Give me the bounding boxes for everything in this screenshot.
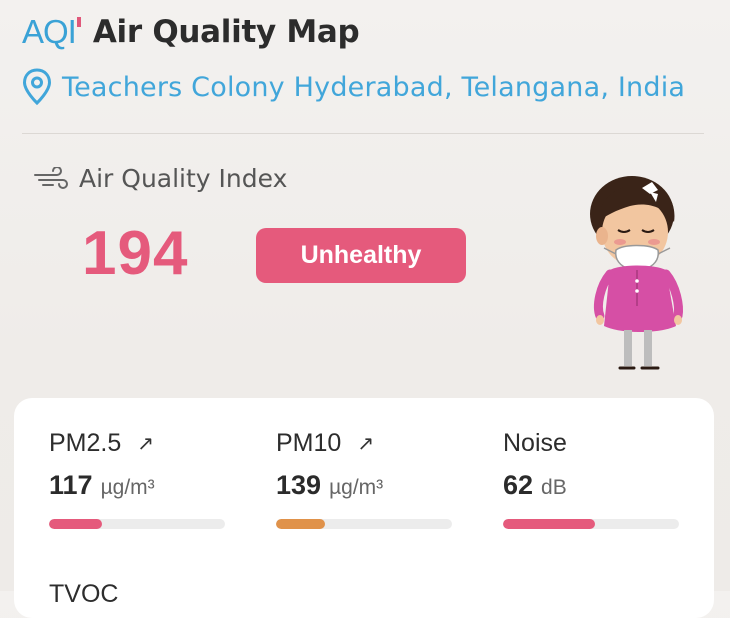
logo-text: AQI <box>22 13 77 50</box>
metric-bar <box>276 519 452 529</box>
metric-unit: µg/m³ <box>100 476 155 499</box>
divider <box>22 133 704 134</box>
metric-noise[interactable]: Noise 62 dB <box>503 428 683 529</box>
metric-value: 117 <box>49 470 93 500</box>
aqi-logo: AQI <box>22 13 81 51</box>
metric-name: PM2.5 <box>49 428 122 457</box>
location-row[interactable]: Teachers Colony Hyderabad, Telangana, In… <box>22 68 712 106</box>
location-text: Teachers Colony Hyderabad, Telangana, In… <box>62 71 686 103</box>
status-badge: Unhealthy <box>256 228 466 283</box>
metric-name: PM10 <box>276 428 342 457</box>
aqi-value: 194 <box>82 219 189 288</box>
metric-bar-fill <box>276 519 326 529</box>
metric-value: 62 <box>503 470 534 500</box>
metric-name: Noise <box>503 428 567 457</box>
metric-bar <box>49 519 225 529</box>
pollutants-card: PM2.5 ↗ 117 µg/m³ PM10 ↗ 139 µg/m³ Noise… <box>14 398 714 618</box>
header: AQI Air Quality Map Teachers Colony Hyde… <box>22 8 712 106</box>
aqi-heading: Air Quality Index <box>33 164 287 193</box>
brand-row: AQI Air Quality Map <box>22 8 712 56</box>
metric-tvoc-label[interactable]: TVOC <box>49 580 118 609</box>
metric-bar-fill <box>503 519 595 529</box>
metric-pm25[interactable]: PM2.5 ↗ 117 µg/m³ <box>49 428 229 529</box>
metric-pm10[interactable]: PM10 ↗ 139 µg/m³ <box>276 428 456 529</box>
metric-bar <box>503 519 679 529</box>
arrow-up-right-icon: ↗ <box>357 431 375 455</box>
aqi-label: Air Quality Index <box>79 164 288 193</box>
wind-icon <box>34 166 68 189</box>
masked-person-illustration <box>590 176 683 370</box>
arrow-up-right-icon: ↗ <box>137 431 155 455</box>
metric-value: 139 <box>276 470 322 500</box>
app-title: Air Quality Map <box>92 14 360 50</box>
location-pin-icon <box>22 68 52 106</box>
metric-bar-fill <box>49 519 102 529</box>
metric-unit: dB <box>541 476 567 499</box>
metric-unit: µg/m³ <box>329 476 384 499</box>
logo-mark <box>76 17 81 27</box>
